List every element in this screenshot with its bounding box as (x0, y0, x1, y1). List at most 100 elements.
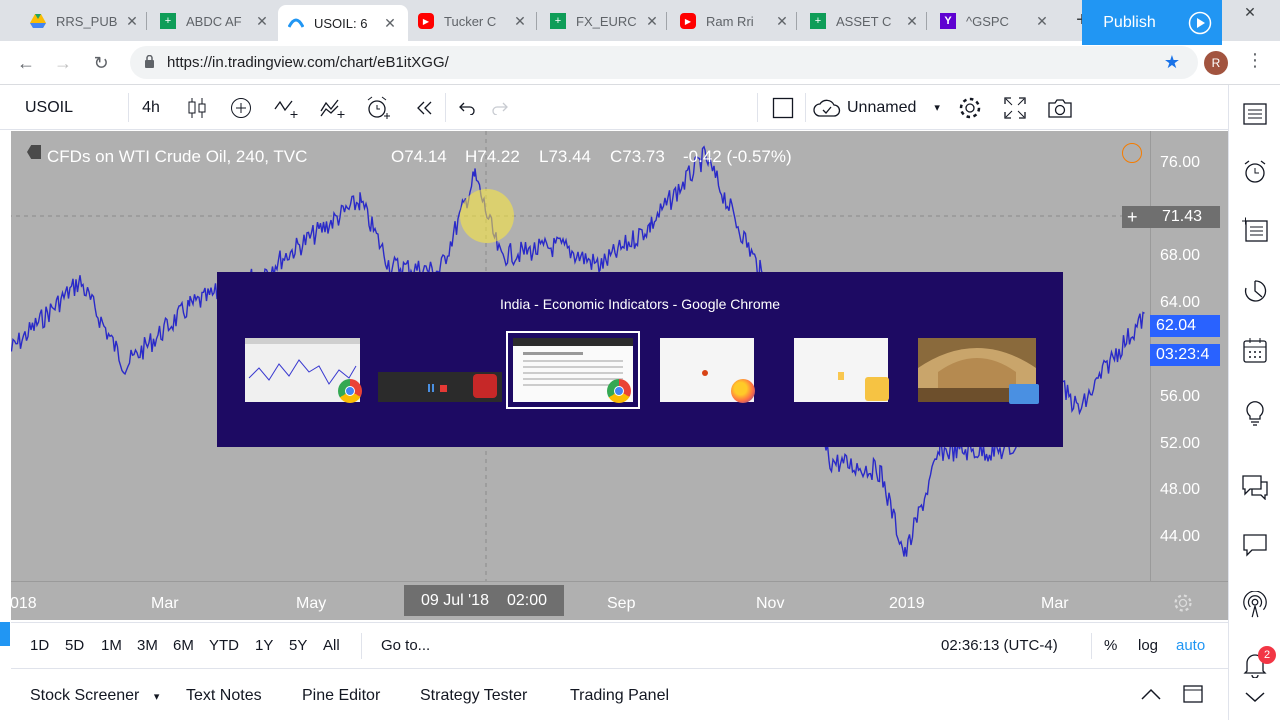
goto-date-button[interactable]: Go to... (381, 637, 430, 654)
price-tick: 44.00 (1160, 528, 1201, 545)
symbol-search[interactable]: USOIL (14, 85, 84, 130)
chrome-icon (338, 379, 362, 403)
cursor-highlight (460, 189, 514, 243)
drawing-toolbar-toggle[interactable] (0, 622, 10, 646)
cloud-check-icon (813, 99, 841, 117)
replay-icon[interactable] (410, 85, 440, 130)
tradingview-icon (288, 15, 304, 31)
browser-tab-6[interactable]: + ASSET C ✕ (800, 6, 930, 36)
gear-icon[interactable] (955, 85, 985, 130)
publish-button[interactable]: Publish (1082, 0, 1177, 45)
hotlist-icon[interactable] (1241, 278, 1269, 306)
recorder-app-icon (473, 374, 497, 398)
browser-tab-title: ^GSPC (966, 13, 1009, 29)
text-notes-tab[interactable]: Text Notes (186, 687, 262, 705)
log-scale-toggle[interactable]: log (1138, 637, 1158, 654)
price-tick: 64.00 (1160, 294, 1201, 311)
clock-timezone[interactable]: 02:36:13 (UTC-4) (941, 637, 1058, 654)
chats-icon[interactable] (1241, 473, 1269, 501)
crosshair-plus-icon: + (1127, 207, 1138, 227)
financials-icon[interactable] (318, 85, 348, 130)
candles-icon[interactable] (183, 85, 211, 130)
chevron-up-icon[interactable] (1141, 687, 1161, 701)
range-button-1y[interactable]: 1Y (255, 637, 273, 654)
browser-tab-2[interactable]: USOIL: 6 ✕ (278, 5, 408, 41)
undo-icon[interactable] (454, 85, 480, 130)
window-close-icon[interactable]: ✕ (1235, 4, 1265, 21)
task-switcher-overlay: India - Economic Indicators - Google Chr… (217, 272, 1063, 447)
gear-icon[interactable] (1173, 593, 1193, 613)
chevron-down-icon[interactable] (1241, 687, 1269, 707)
calendar-icon[interactable] (1241, 337, 1269, 365)
streams-icon[interactable] (1241, 591, 1269, 619)
range-button-ytd[interactable]: YTD (209, 637, 239, 654)
profile-avatar[interactable]: R (1204, 51, 1228, 75)
price-tick: 76.00 (1160, 154, 1201, 171)
browser-tab-1[interactable]: + ABDC AF ✕ (150, 6, 280, 36)
percent-scale-toggle[interactable]: % (1104, 637, 1117, 654)
close-icon[interactable]: ✕ (512, 13, 528, 30)
photos-app-icon (1009, 384, 1039, 404)
range-button-5y[interactable]: 5Y (289, 637, 307, 654)
chart-toolbar: USOIL 4h Unnamed ▾ (0, 85, 1228, 130)
camera-icon[interactable] (1044, 85, 1076, 130)
close-icon[interactable]: ✕ (774, 13, 790, 30)
crosshair-price-box: + 71.43 (1122, 206, 1220, 228)
countdown-label: 03:23:4 (1150, 344, 1220, 366)
omnibox[interactable]: https://in.tradingview.com/chart/eB1itXG… (130, 46, 1198, 79)
indicators-icon[interactable] (272, 85, 302, 130)
trading-panel-tab[interactable]: Trading Panel (570, 687, 669, 705)
browser-tab-5[interactable]: ▶ Ram Rri ✕ (670, 6, 800, 36)
ideas-lightbulb-icon[interactable] (1241, 398, 1269, 426)
bookmark-star-icon[interactable]: ★ (1164, 52, 1180, 73)
watchlist-icon[interactable] (1241, 100, 1269, 128)
range-button-5d[interactable]: 5D (65, 637, 84, 654)
redo-icon[interactable] (487, 85, 513, 130)
browser-tab-4[interactable]: + FX_EURC ✕ (540, 6, 670, 36)
close-icon[interactable]: ✕ (644, 13, 660, 30)
close-icon[interactable]: ✕ (382, 15, 398, 32)
browser-tab-title: ABDC AF (186, 13, 242, 29)
chat-bubble-icon[interactable] (1241, 531, 1269, 559)
reload-icon[interactable]: ↻ (89, 51, 113, 75)
range-button-all[interactable]: All (323, 637, 340, 654)
close-icon[interactable]: ✕ (1034, 13, 1050, 30)
time-tick: Sep (607, 595, 636, 612)
chevron-down-icon: ▾ (934, 102, 940, 114)
range-button-1m[interactable]: 1M (101, 637, 122, 654)
browser-menu-icon[interactable]: ⋮ (1246, 50, 1264, 71)
google-sheets-icon: + (160, 13, 176, 29)
alarm-clock-icon[interactable] (1241, 158, 1269, 186)
play-icon[interactable] (1177, 0, 1222, 45)
layout-name-button[interactable]: Unnamed ▾ (813, 85, 943, 130)
interval-button[interactable]: 4h (136, 85, 166, 130)
strategy-tester-tab[interactable]: Strategy Tester (420, 687, 527, 705)
fullscreen-select-icon[interactable] (769, 85, 797, 130)
browser-tab-0[interactable]: RRS_PUB ✕ (20, 6, 150, 36)
browser-tab-title: Tucker C (444, 13, 497, 29)
range-button-1d[interactable]: 1D (30, 637, 49, 654)
crosshair-time-label: 09 Jul '18 02:00 (404, 585, 564, 616)
legend-title: CFDs on WTI Crude Oil, 240, TVC (47, 147, 308, 166)
close-icon[interactable]: ✕ (124, 13, 140, 30)
date-range-bar: 1D 5D 1M 3M 6M YTD 1Y 5Y All Go to... 02… (11, 622, 1228, 668)
auto-scale-toggle[interactable]: auto (1176, 637, 1205, 654)
maximize-panel-icon[interactable] (1183, 685, 1203, 703)
browser-tab-3[interactable]: ▶ Tucker C ✕ (408, 6, 538, 36)
back-icon[interactable]: ← (14, 51, 38, 75)
compare-add-icon[interactable] (227, 85, 255, 130)
google-sheets-icon: + (810, 13, 826, 29)
forward-icon[interactable]: → (51, 51, 75, 75)
alert-icon[interactable] (363, 85, 393, 130)
close-icon[interactable]: ✕ (904, 13, 920, 30)
google-drive-icon (30, 13, 46, 29)
data-window-icon[interactable] (1241, 216, 1269, 244)
close-icon[interactable]: ✕ (254, 13, 270, 30)
firefox-icon (731, 379, 755, 403)
range-button-6m[interactable]: 6M (173, 637, 194, 654)
fullscreen-icon[interactable] (1000, 85, 1030, 130)
stock-screener-tab[interactable]: Stock Screener ▾ (30, 687, 159, 705)
browser-tab-7[interactable]: Y ^GSPC ✕ (930, 6, 1060, 36)
pine-editor-tab[interactable]: Pine Editor (302, 687, 380, 705)
range-button-3m[interactable]: 3M (137, 637, 158, 654)
